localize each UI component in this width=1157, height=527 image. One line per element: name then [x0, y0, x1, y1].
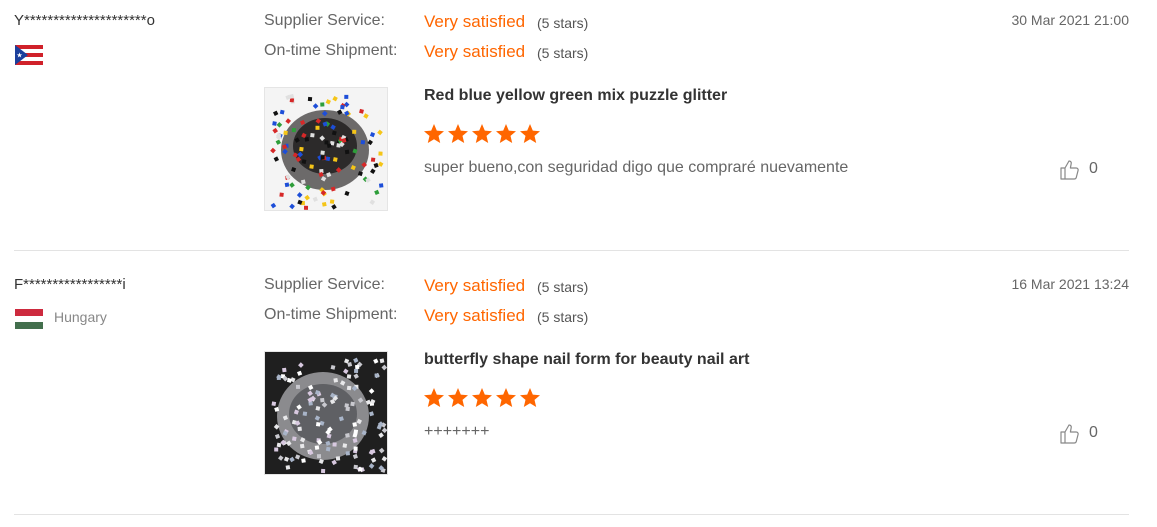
buyer-name: F*****************i: [14, 276, 126, 293]
helpful-count: 0: [1089, 160, 1098, 177]
flag-icon-hungary: [15, 309, 43, 329]
supplier-service-value: Very satisfied: [424, 276, 526, 295]
product-title[interactable]: butterfly shape nail form for beauty nai…: [424, 351, 749, 369]
star-rating: [424, 388, 540, 407]
flag-icon-puerto-rico: [15, 45, 43, 65]
review-date: 30 Mar 2021 21:00: [1011, 12, 1129, 28]
divider: [14, 250, 1129, 251]
supplier-service-value: Very satisfied: [424, 12, 526, 31]
star-icon: [448, 124, 468, 143]
star-icon: [424, 388, 444, 407]
star-icon: [472, 124, 492, 143]
review-date: 16 Mar 2021 13:24: [1011, 276, 1129, 292]
shipment-value: Very satisfied: [424, 306, 526, 325]
product-image: [265, 352, 387, 474]
supplier-service-stars: (5 stars): [537, 279, 589, 295]
product-image: [265, 88, 387, 210]
country-name: Hungary: [54, 309, 107, 325]
shipment-stars: (5 stars): [537, 309, 589, 325]
supplier-service-stars: (5 stars): [537, 15, 589, 31]
star-icon: [520, 124, 540, 143]
shipment-label: On-time Shipment:: [264, 306, 398, 323]
thumbs-up-icon[interactable]: [1058, 422, 1082, 446]
buyer-name: Y*********************o: [14, 12, 155, 29]
review-comment: +++++++: [424, 423, 490, 440]
product-thumbnail[interactable]: [264, 351, 388, 475]
shipment-value: Very satisfied: [424, 42, 526, 61]
review-comment: super bueno,con seguridad digo que compr…: [424, 159, 849, 176]
helpful-count: 0: [1089, 424, 1098, 441]
supplier-service-label: Supplier Service:: [264, 276, 385, 293]
supplier-service-label: Supplier Service:: [264, 12, 385, 29]
star-icon: [472, 388, 492, 407]
star-icon: [448, 388, 468, 407]
star-icon: [424, 124, 444, 143]
thumbs-up-icon[interactable]: [1058, 158, 1082, 182]
product-title[interactable]: Red blue yellow green mix puzzle glitter: [424, 87, 727, 105]
divider: [14, 514, 1129, 515]
star-icon: [496, 124, 516, 143]
shipment-label: On-time Shipment:: [264, 42, 398, 59]
star-icon: [520, 388, 540, 407]
star-icon: [496, 388, 516, 407]
star-rating: [424, 124, 540, 143]
product-thumbnail[interactable]: [264, 87, 388, 211]
shipment-stars: (5 stars): [537, 45, 589, 61]
